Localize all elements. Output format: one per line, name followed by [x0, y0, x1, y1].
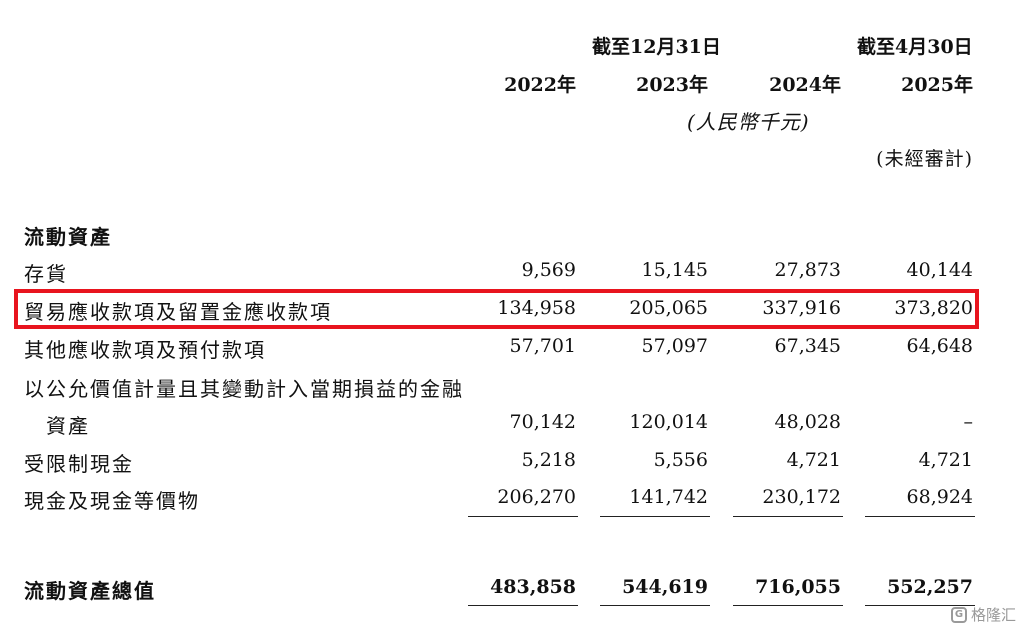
- table-cell: 230,172: [762, 486, 841, 508]
- gelonghui-logo-icon: G: [950, 606, 967, 623]
- table-cell: 57,097: [641, 335, 708, 357]
- subtotal-rule: [865, 516, 975, 517]
- total-label: 流動資產總值: [24, 579, 156, 603]
- row-label-restricted-cash: 受限制現金: [24, 452, 134, 476]
- table-cell: 134,958: [497, 297, 576, 319]
- table-cell: 48,028: [774, 411, 841, 433]
- table-cell: 4,721: [786, 449, 841, 471]
- period-header-apr: 截至4月30日: [857, 36, 973, 58]
- row-label-other-receivables: 其他應收款項及預付款項: [24, 338, 266, 362]
- total-cell: 716,055: [755, 576, 841, 598]
- watermark-text: 格隆汇: [970, 606, 1016, 624]
- total-rule: [600, 605, 710, 606]
- total-cell: 544,619: [622, 576, 708, 598]
- table-cell: 373,820: [894, 297, 973, 319]
- table-cell: 5,218: [521, 449, 576, 471]
- total-rule: [733, 605, 843, 606]
- year-2022: 2022年: [504, 74, 576, 96]
- table-cell: 5,556: [653, 449, 708, 471]
- table-cell: 57,701: [509, 335, 576, 357]
- table-cell: 15,145: [641, 259, 708, 281]
- table-cell: 40,144: [906, 259, 973, 281]
- row-label-inventory: 存貨: [24, 262, 68, 286]
- table-cell: 64,648: [906, 335, 973, 357]
- period-header-dec: 截至12月31日: [592, 36, 721, 58]
- table-cell: 337,916: [762, 297, 841, 319]
- row-label-trade-receivables: 貿易應收款項及留置金應收款項: [24, 300, 332, 324]
- table-cell: 141,742: [629, 486, 708, 508]
- table-cell: 4,721: [918, 449, 973, 471]
- year-2024: 2024年: [769, 74, 841, 96]
- unaudited-label: (未經審計): [876, 148, 973, 170]
- subtotal-rule: [600, 516, 710, 517]
- year-2025: 2025年: [901, 74, 973, 96]
- table-cell: 9,569: [521, 259, 576, 281]
- row-label-fvtpl-line2: 資產: [46, 414, 90, 438]
- unit-label: (人民幣千元): [687, 110, 810, 134]
- subtotal-rule: [733, 516, 843, 517]
- row-label-cash: 現金及現金等價物: [24, 489, 200, 513]
- subtotal-rule: [468, 516, 578, 517]
- table-cell: –: [963, 411, 974, 433]
- row-label-fvtpl-line1: 以公允價值計量且其變動計入當期損益的金融: [24, 377, 464, 401]
- watermark: G 格隆汇: [950, 604, 1016, 625]
- year-2023: 2023年: [636, 74, 708, 96]
- table-cell: 27,873: [774, 259, 841, 281]
- total-rule: [468, 605, 578, 606]
- table-cell: 205,065: [629, 297, 708, 319]
- section-title: 流動資產: [24, 225, 112, 249]
- table-cell: 68,924: [906, 486, 973, 508]
- total-cell: 552,257: [887, 576, 973, 598]
- table-cell: 120,014: [629, 411, 708, 433]
- table-cell: 206,270: [497, 486, 576, 508]
- total-cell: 483,858: [490, 576, 576, 598]
- table-cell: 70,142: [509, 411, 576, 433]
- table-cell: 67,345: [774, 335, 841, 357]
